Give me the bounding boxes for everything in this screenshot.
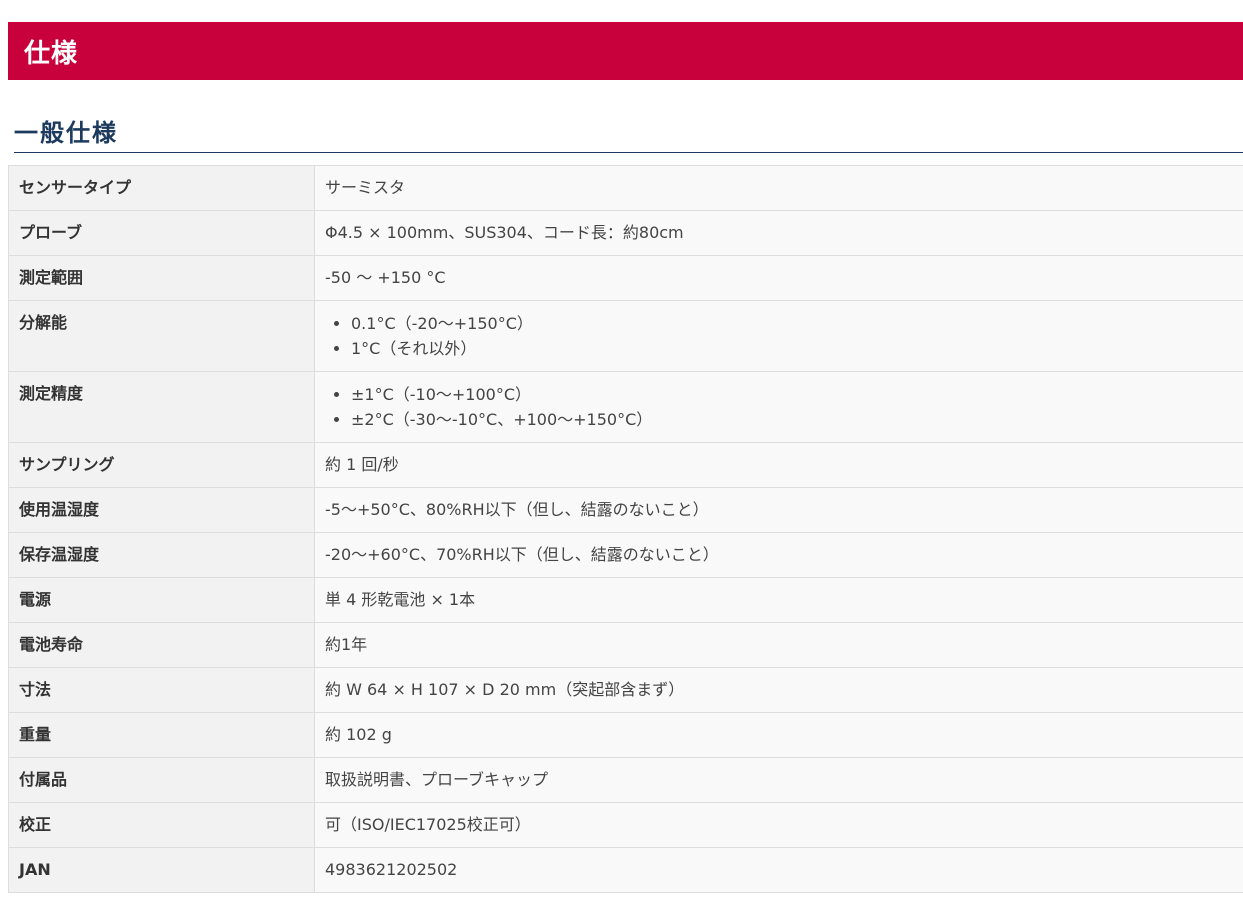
spec-row-calibration: 校正 可（ISO/IEC17025校正可） bbox=[8, 802, 1243, 848]
spec-label: 重量 bbox=[8, 712, 315, 758]
list-item: 0.1°C（-20～+150°C） bbox=[351, 311, 1233, 336]
spec-row-operating-env: 使用温湿度 -5～+50°C、80%RH以下（但し、結露のないこと） bbox=[8, 487, 1243, 533]
spec-value: 約 W 64 × H 107 × D 20 mm（突起部含まず） bbox=[314, 667, 1243, 713]
spec-label: 保存温湿度 bbox=[8, 532, 315, 578]
spec-row-sensor-type: センサータイプ サーミスタ bbox=[8, 165, 1243, 211]
spec-row-weight: 重量 約 102 g bbox=[8, 712, 1243, 758]
spec-label: 付属品 bbox=[8, 757, 315, 803]
spec-row-storage-env: 保存温湿度 -20～+60°C、70%RH以下（但し、結露のないこと） bbox=[8, 532, 1243, 578]
spec-value: 約 1 回/秒 bbox=[314, 442, 1243, 488]
spec-row-dimensions: 寸法 約 W 64 × H 107 × D 20 mm（突起部含まず） bbox=[8, 667, 1243, 713]
spec-label: サンプリング bbox=[8, 442, 315, 488]
spec-row-accuracy: 測定精度 ±1°C（-10～+100°C） ±2°C（-30～-10°C、+10… bbox=[8, 371, 1243, 443]
spec-value: サーミスタ bbox=[314, 165, 1243, 211]
spec-row-battery-life: 電池寿命 約1年 bbox=[8, 622, 1243, 668]
accuracy-list: ±1°C（-10～+100°C） ±2°C（-30～-10°C、+100～+15… bbox=[325, 382, 1233, 432]
spec-label: JAN bbox=[8, 847, 315, 893]
spec-label: 寸法 bbox=[8, 667, 315, 713]
spec-value: -5～+50°C、80%RH以下（但し、結露のないこと） bbox=[314, 487, 1243, 533]
section-title: 一般仕様 bbox=[14, 119, 118, 147]
spec-value: 4983621202502 bbox=[314, 847, 1243, 893]
spec-label: 使用温湿度 bbox=[8, 487, 315, 533]
spec-table: センサータイプ サーミスタ プローブ Φ4.5 × 100mm、SUS304、コ… bbox=[8, 165, 1243, 893]
page-title: 仕様 bbox=[24, 38, 79, 69]
spec-value: 取扱説明書、プローブキャップ bbox=[314, 757, 1243, 803]
list-item: 1°C（それ以外） bbox=[351, 336, 1233, 361]
spec-value: -50 ～ +150 °C bbox=[314, 255, 1243, 301]
section-heading: 一般仕様 bbox=[14, 112, 1243, 153]
spec-value: ±1°C（-10～+100°C） ±2°C（-30～-10°C、+100～+15… bbox=[314, 371, 1243, 443]
list-item: ±2°C（-30～-10°C、+100～+150°C） bbox=[351, 407, 1233, 432]
spec-value: 単 4 形乾電池 × 1本 bbox=[314, 577, 1243, 623]
resolution-list: 0.1°C（-20～+150°C） 1°C（それ以外） bbox=[325, 311, 1233, 361]
spec-value: Φ4.5 × 100mm、SUS304、コード長：約80cm bbox=[314, 210, 1243, 256]
spec-row-power: 電源 単 4 形乾電池 × 1本 bbox=[8, 577, 1243, 623]
spec-row-sampling: サンプリング 約 1 回/秒 bbox=[8, 442, 1243, 488]
page-header: 仕様 bbox=[8, 22, 1243, 80]
spec-row-accessories: 付属品 取扱説明書、プローブキャップ bbox=[8, 757, 1243, 803]
spec-row-probe: プローブ Φ4.5 × 100mm、SUS304、コード長：約80cm bbox=[8, 210, 1243, 256]
spec-label: 電池寿命 bbox=[8, 622, 315, 668]
spec-row-resolution: 分解能 0.1°C（-20～+150°C） 1°C（それ以外） bbox=[8, 300, 1243, 372]
spec-label: 校正 bbox=[8, 802, 315, 848]
spec-label: 測定精度 bbox=[8, 371, 315, 443]
spec-label: 分解能 bbox=[8, 300, 315, 372]
spec-value: 可（ISO/IEC17025校正可） bbox=[314, 802, 1243, 848]
spec-value: 約 102 g bbox=[314, 712, 1243, 758]
spec-value: 0.1°C（-20～+150°C） 1°C（それ以外） bbox=[314, 300, 1243, 372]
spec-row-jan: JAN 4983621202502 bbox=[8, 847, 1243, 893]
spec-label: プローブ bbox=[8, 210, 315, 256]
spec-value: -20～+60°C、70%RH以下（但し、結露のないこと） bbox=[314, 532, 1243, 578]
spec-row-range: 測定範囲 -50 ～ +150 °C bbox=[8, 255, 1243, 301]
spec-label: 測定範囲 bbox=[8, 255, 315, 301]
list-item: ±1°C（-10～+100°C） bbox=[351, 382, 1233, 407]
spec-label: センサータイプ bbox=[8, 165, 315, 211]
spec-value: 約1年 bbox=[314, 622, 1243, 668]
spec-label: 電源 bbox=[8, 577, 315, 623]
